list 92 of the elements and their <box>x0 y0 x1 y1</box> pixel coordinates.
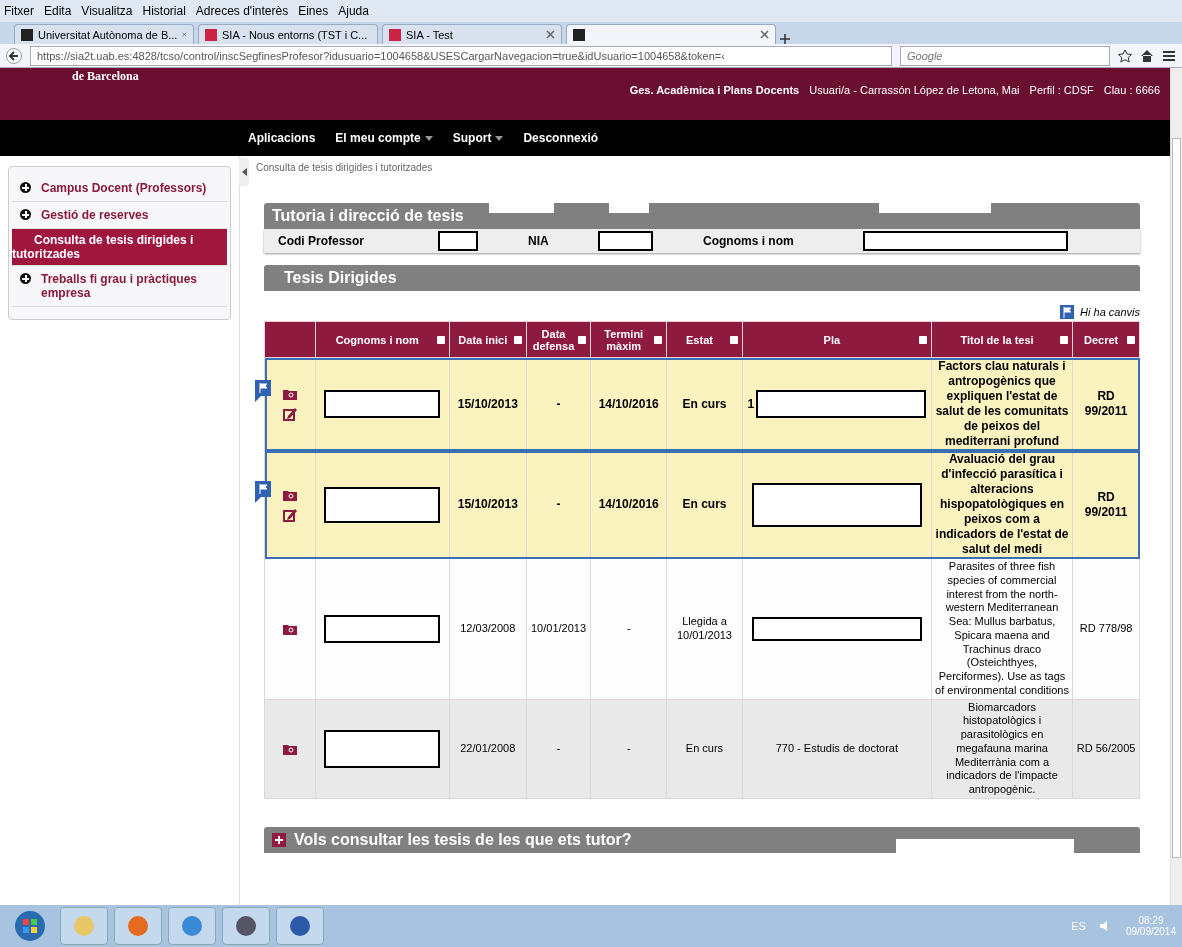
browser-tab[interactable]: SIA - Nous entorns (TST i C... <box>198 24 378 44</box>
browser-tab[interactable]: SIA - Test <box>382 24 562 44</box>
field-label: Codi Professor <box>278 234 365 248</box>
table-cell: - <box>526 699 591 799</box>
table-cell: RD 56/2005 <box>1072 699 1140 799</box>
table-cell: 22/01/2008 <box>449 699 527 799</box>
scrollbar-thumb[interactable] <box>1172 138 1181 858</box>
menu-item[interactable]: Ajuda <box>338 4 369 18</box>
taskbar-button[interactable] <box>222 907 270 945</box>
plus-icon[interactable] <box>780 34 790 44</box>
menu-item[interactable]: Historial <box>142 4 186 18</box>
column-header[interactable]: Estat <box>666 321 743 358</box>
sort-icon[interactable] <box>654 335 663 344</box>
nav-link[interactable]: Desconnexió <box>523 131 599 145</box>
close-icon[interactable] <box>760 30 769 39</box>
nav-link[interactable]: Aplicacions <box>248 131 316 145</box>
column-header[interactable]: Termini màxim <box>590 321 667 358</box>
collapse-handle[interactable] <box>239 158 249 186</box>
search-field[interactable]: Google <box>900 45 1110 66</box>
nav-link[interactable]: Suport <box>452 131 504 145</box>
legend-text: Hi ha canvis <box>1080 306 1140 318</box>
sort-icon[interactable] <box>436 335 445 344</box>
menu-item[interactable]: Edita <box>44 4 72 18</box>
close-icon[interactable] <box>546 30 555 39</box>
back-icon[interactable] <box>6 47 22 64</box>
profile-label: Perfil : CDSF <box>1029 84 1094 96</box>
taskbar-button[interactable] <box>276 907 324 945</box>
field-label: Cognoms i nom <box>703 234 795 248</box>
table-cell: Biomarcadors histopatològics i parasitològics en megafauna marina Mediterrània com a indicadors de l'impacte antropogènic. <box>931 699 1073 799</box>
table-cell: 770 - Estudis de doctorat <box>775 741 898 756</box>
column-header <box>264 321 315 358</box>
home-icon[interactable] <box>1140 48 1154 63</box>
favicon-icon <box>573 28 585 41</box>
flag-icon <box>255 380 273 402</box>
table-cell: En curs <box>666 699 743 799</box>
favicon-icon <box>205 28 217 41</box>
sidebar-item[interactable]: Treballs fi grau i pràctiques empresa <box>12 266 227 307</box>
table-cell: Llegida a 10/01/2013 <box>666 558 743 699</box>
section-header: Tesis Dirigides <box>264 265 1140 291</box>
column-header[interactable]: Pla <box>742 321 932 358</box>
table-cell: - <box>590 699 667 799</box>
table-cell: Parasites of three fish species of commercial interest from the north-western Mediterranean Sea: Mullus barbatus, Spicara maena and Trachinus draco (Osteichthyes, Perciformes). Use as tags of environmental conditions <box>931 558 1073 699</box>
sidebar-item[interactable]: Consulta de tesis dirigides i tutoritzades <box>12 229 227 266</box>
flag-icon <box>1060 305 1075 319</box>
sidebar-item[interactable]: Campus Docent (Professors) <box>12 175 227 202</box>
table-cell: 10/01/2013 <box>526 558 591 699</box>
sort-icon[interactable] <box>729 335 738 344</box>
menu-item[interactable]: Visualitza <box>81 4 133 18</box>
menu-item[interactable]: Adreces d'interès <box>195 4 289 18</box>
logo-text: de Barcelona <box>72 69 139 83</box>
edit-icon[interactable] <box>282 507 297 522</box>
breadcrumb: Consulta de tesis dirigides i tutoritzades <box>256 162 434 173</box>
field-label: NIA <box>528 234 550 248</box>
key-label: Clau : 6666 <box>1103 84 1160 96</box>
column-header[interactable]: Titol de la tesi <box>931 321 1073 358</box>
plus-circle-icon <box>20 209 31 220</box>
plus-circle-icon <box>20 182 31 193</box>
caret-icon <box>424 135 433 141</box>
redaction-box <box>598 231 653 251</box>
plus-square-icon[interactable] <box>272 832 286 847</box>
favicon-icon <box>21 28 33 41</box>
area-label: Ges. Acadèmica i Plans Docents <box>629 84 800 96</box>
browser-tab[interactable]: Universitat Autònoma de B... <box>14 24 194 44</box>
redaction-box <box>438 231 478 251</box>
column-header[interactable]: Cognoms i nom <box>315 321 450 358</box>
menu-item[interactable]: Eines <box>298 4 329 18</box>
table-cell: RD 778/98 <box>1072 558 1140 699</box>
menu-icon[interactable] <box>1162 48 1176 63</box>
address-field[interactable]: https://sia2t.uab.es:4828/tcso/control/inscSegfinesProfesor?idusuario=1004658&USESCargarNavegacion=true&idUsuario=1004658&token=‹ <box>30 45 892 66</box>
sort-icon[interactable] <box>1127 335 1135 344</box>
browser-tab[interactable] <box>566 24 776 44</box>
caret-icon <box>495 135 504 141</box>
sort-icon[interactable] <box>578 335 587 344</box>
folder-search-icon[interactable] <box>282 387 297 401</box>
edit-icon[interactable] <box>282 407 297 421</box>
user-label: Usuari/a - Carrassón López de Letona, Mai <box>809 84 1020 96</box>
sort-icon[interactable] <box>513 335 522 344</box>
table-cell: - <box>590 558 667 699</box>
plus-circle-icon <box>20 273 31 284</box>
sort-icon[interactable] <box>1060 335 1069 344</box>
star-icon[interactable] <box>1118 48 1132 63</box>
favicon-icon <box>389 28 401 41</box>
column-header[interactable]: Decret <box>1072 321 1140 358</box>
table-cell: 12/03/2008 <box>449 558 527 699</box>
nav-link[interactable]: El meu compte <box>335 131 433 145</box>
menu-item[interactable]: Fitxer <box>4 4 34 18</box>
flag-icon <box>255 480 273 503</box>
table-cell: 1 <box>747 396 755 412</box>
sort-icon[interactable] <box>918 335 927 344</box>
column-header[interactable]: Data inici <box>449 321 527 358</box>
section-header: Tutoria i direcció de tesis <box>264 203 1140 229</box>
column-header[interactable]: Data defensa <box>526 321 591 358</box>
